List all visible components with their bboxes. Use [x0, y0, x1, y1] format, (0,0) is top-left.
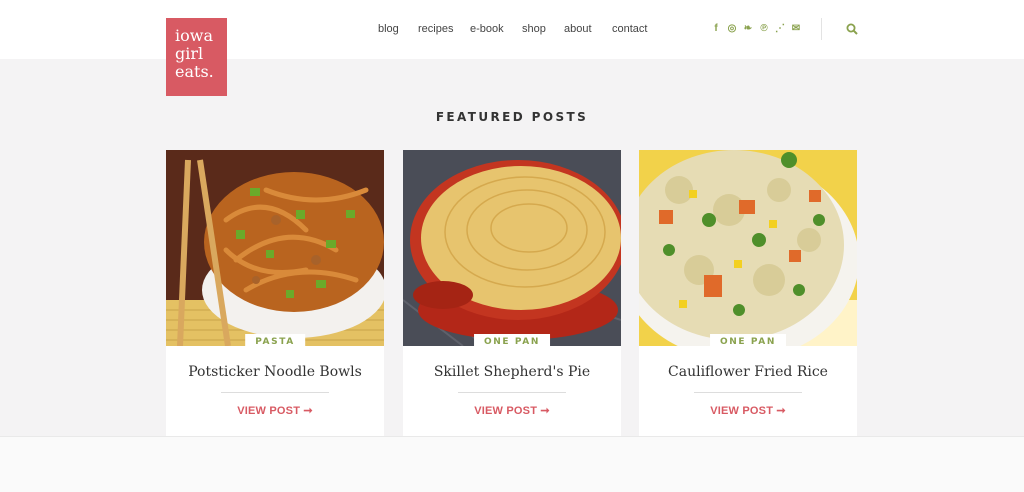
nav-item-about[interactable]: about — [564, 23, 592, 35]
card-divider — [221, 392, 329, 393]
card-image-noodles[interactable] — [166, 150, 384, 346]
card-divider — [694, 392, 802, 393]
social-links: f ◎ ❧ ℗ ⋰ ✉ — [711, 23, 801, 34]
view-post-link[interactable]: VIEW POST ➞ — [166, 404, 384, 417]
nav-item-ebook[interactable]: e-book — [470, 23, 504, 35]
nav-item-contact[interactable]: contact — [612, 23, 647, 35]
card-image-shepherds-pie[interactable] — [403, 150, 621, 346]
twitter-icon[interactable]: ❧ — [743, 23, 753, 34]
card-title[interactable]: Potsticker Noodle Bowls — [166, 364, 384, 380]
instagram-icon[interactable]: ◎ — [727, 23, 737, 34]
facebook-icon[interactable]: f — [711, 23, 721, 34]
category-badge[interactable]: ONE PAN — [710, 334, 786, 350]
lower-band — [0, 436, 1024, 492]
card-title[interactable]: Cauliflower Fried Rice — [639, 364, 857, 380]
card-title[interactable]: Skillet Shepherd's Pie — [403, 364, 621, 380]
featured-card[interactable]: ONE PAN Cauliflower Fried Rice VIEW POST… — [639, 150, 857, 440]
section-title: FEATURED POSTS — [435, 110, 589, 124]
nav-item-blog[interactable]: blog — [378, 23, 399, 35]
logo-line: girl — [175, 44, 204, 63]
site-logo[interactable]: iowa girl eats. — [166, 18, 227, 96]
nav-item-shop[interactable]: shop — [522, 23, 546, 35]
site-header — [0, 0, 1024, 59]
search-icon[interactable] — [846, 23, 858, 35]
nav-item-recipes[interactable]: recipes — [418, 23, 453, 35]
logo-line: iowa — [175, 26, 213, 45]
card-image-fried-rice[interactable] — [639, 150, 857, 346]
featured-card[interactable]: ONE PAN Skillet Shepherd's Pie VIEW POST… — [403, 150, 621, 440]
view-post-link[interactable]: VIEW POST ➞ — [639, 404, 857, 417]
header-divider — [821, 18, 822, 40]
category-badge[interactable]: ONE PAN — [474, 334, 550, 350]
featured-card[interactable]: PASTA Potsticker Noodle Bowls VIEW POST … — [166, 150, 384, 440]
pinterest-icon[interactable]: ℗ — [759, 23, 769, 34]
view-post-link[interactable]: VIEW POST ➞ — [403, 404, 621, 417]
email-icon[interactable]: ✉ — [791, 23, 801, 34]
rss-icon[interactable]: ⋰ — [775, 23, 785, 34]
card-divider — [458, 392, 566, 393]
category-badge[interactable]: PASTA — [245, 334, 305, 350]
logo-line: eats. — [175, 62, 214, 81]
